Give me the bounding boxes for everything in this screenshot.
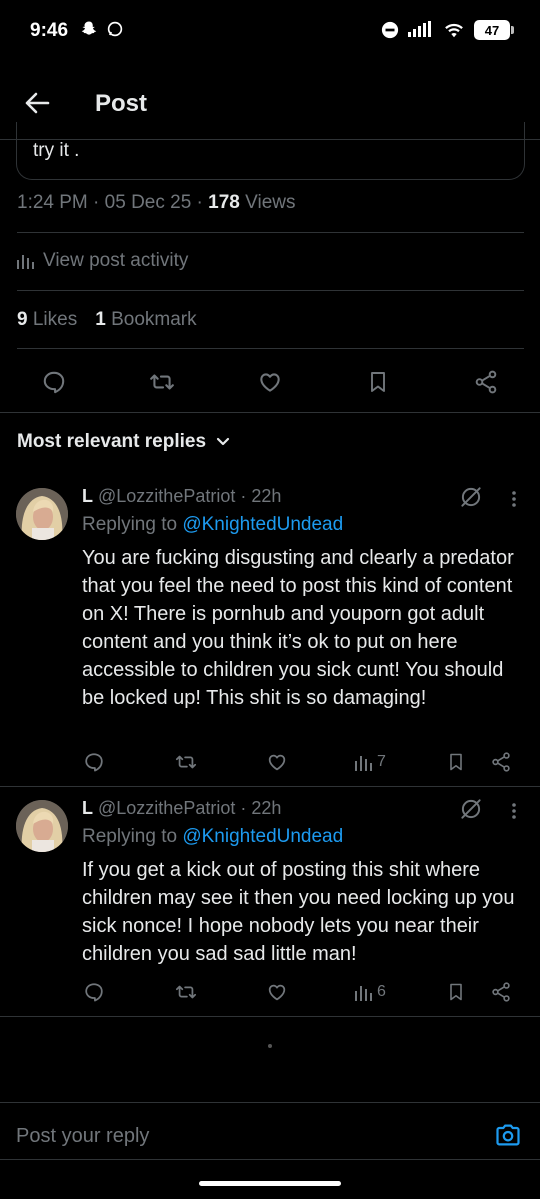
status-bar: 9:46 47 <box>0 0 540 66</box>
replying-to-line: Replying to @KnightedUndead <box>82 826 343 848</box>
reply-header: L @LozzithePatriot · 22h <box>82 798 282 818</box>
battery-icon: 47 <box>474 20 514 40</box>
more-options-icon[interactable] <box>504 486 524 512</box>
view-post-activity-link[interactable]: View post activity <box>17 250 188 272</box>
more-options-icon[interactable] <box>504 798 524 824</box>
share-icon[interactable] <box>490 978 512 1006</box>
signal-icon <box>408 21 434 39</box>
home-indicator[interactable] <box>199 1181 341 1186</box>
camera-icon[interactable] <box>494 1121 522 1149</box>
grok-icon[interactable] <box>458 484 484 510</box>
grok-icon[interactable] <box>458 796 484 822</box>
bookmarks-count: 1 <box>95 309 106 330</box>
replying-to-line: Replying to @KnightedUndead <box>82 514 343 536</box>
reply-icon[interactable] <box>83 978 105 1006</box>
reply-input[interactable]: Post your reply <box>16 1125 149 1148</box>
bookmark-icon[interactable] <box>362 366 394 398</box>
repost-icon[interactable] <box>174 978 198 1006</box>
repost-icon[interactable] <box>174 748 198 776</box>
bookmarks-label: Bookmark <box>111 309 197 330</box>
divider <box>17 232 524 233</box>
reply-header: L @LozzithePatriot · 22h <box>82 486 282 506</box>
divider <box>0 1016 540 1017</box>
reply-item[interactable]: L @LozzithePatriot · 22h Replying to @Kn… <box>0 786 540 1016</box>
reply-time: 22h <box>251 798 282 818</box>
reply-action-bar: 6 <box>0 978 540 1006</box>
like-heart-icon[interactable] <box>266 978 288 1006</box>
like-heart-icon[interactable] <box>266 748 288 776</box>
likes-label: Likes <box>32 309 78 330</box>
bookmark-icon[interactable] <box>446 748 466 776</box>
views-stat[interactable]: 7 <box>355 748 386 776</box>
replies-sort-dropdown[interactable]: Most relevant replies <box>17 431 230 453</box>
replies-sort-label: Most relevant replies <box>17 431 207 452</box>
loading-indicator <box>268 1044 272 1048</box>
replying-to-handle[interactable]: @KnightedUndead <box>182 826 343 847</box>
wifi-icon <box>443 21 465 39</box>
engagement-stats: 9 Likes 1 Bookmark <box>17 309 197 331</box>
quoted-post-card[interactable]: try it . <box>16 122 525 180</box>
views-count: 178 <box>208 192 240 213</box>
likes-count: 9 <box>17 309 28 330</box>
divider <box>17 290 524 291</box>
reply-author-handle[interactable]: @LozzithePatriot <box>98 486 235 506</box>
avatar[interactable] <box>16 488 68 540</box>
reply-author-handle[interactable]: @LozzithePatriot <box>98 798 235 818</box>
replying-to-handle[interactable]: @KnightedUndead <box>182 514 343 535</box>
share-icon[interactable] <box>490 748 512 776</box>
bookmark-icon[interactable] <box>446 978 466 1006</box>
replying-to-prefix: Replying to <box>82 514 178 535</box>
reply-item[interactable]: L @LozzithePatriot · 22h Replying to @Kn… <box>0 474 540 786</box>
post-time: 1:24 PM <box>17 192 88 213</box>
likes-stat[interactable]: 9 Likes <box>17 309 77 331</box>
avatar[interactable] <box>16 800 68 852</box>
reply-text: If you get a kick out of posting this sh… <box>82 859 515 965</box>
back-arrow-icon[interactable] <box>22 88 52 118</box>
analytics-icon <box>355 983 373 1001</box>
views-count: 7 <box>377 753 386 770</box>
repost-icon[interactable] <box>146 366 178 398</box>
like-heart-icon[interactable] <box>254 366 286 398</box>
reply-action-bar: 7 <box>0 748 540 776</box>
reply-author-name[interactable]: L <box>82 486 93 506</box>
quoted-post-text: try it . <box>33 140 80 161</box>
views-count: 6 <box>377 983 386 1000</box>
dnd-icon <box>381 21 399 39</box>
reply-icon[interactable] <box>38 366 70 398</box>
divider <box>0 412 540 413</box>
post-action-bar <box>0 362 540 402</box>
divider <box>17 348 524 349</box>
reply-text: You are fucking disgusting and clearly a… <box>82 547 514 709</box>
reply-author-name[interactable]: L <box>82 798 93 818</box>
views-label: Views <box>245 192 296 213</box>
analytics-icon <box>355 753 373 771</box>
reply-icon[interactable] <box>83 748 105 776</box>
activity-label: View post activity <box>43 250 189 271</box>
bookmarks-stat[interactable]: 1 Bookmark <box>95 309 196 331</box>
post-date: 05 Dec 25 <box>104 192 192 213</box>
messenger-icon <box>106 20 124 38</box>
reply-composer[interactable]: Post your reply <box>0 1102 540 1160</box>
post-timestamp-line: 1:24 PM · 05 Dec 25 · 178 Views <box>17 192 296 213</box>
chevron-down-icon <box>216 437 230 447</box>
analytics-icon <box>17 253 35 269</box>
reply-time: 22h <box>251 486 282 506</box>
replying-to-prefix: Replying to <box>82 826 178 847</box>
snapchat-icon <box>80 20 98 38</box>
share-icon[interactable] <box>470 366 502 398</box>
status-time: 9:46 <box>30 20 69 41</box>
page-title: Post <box>95 90 148 117</box>
views-stat[interactable]: 6 <box>355 978 386 1006</box>
